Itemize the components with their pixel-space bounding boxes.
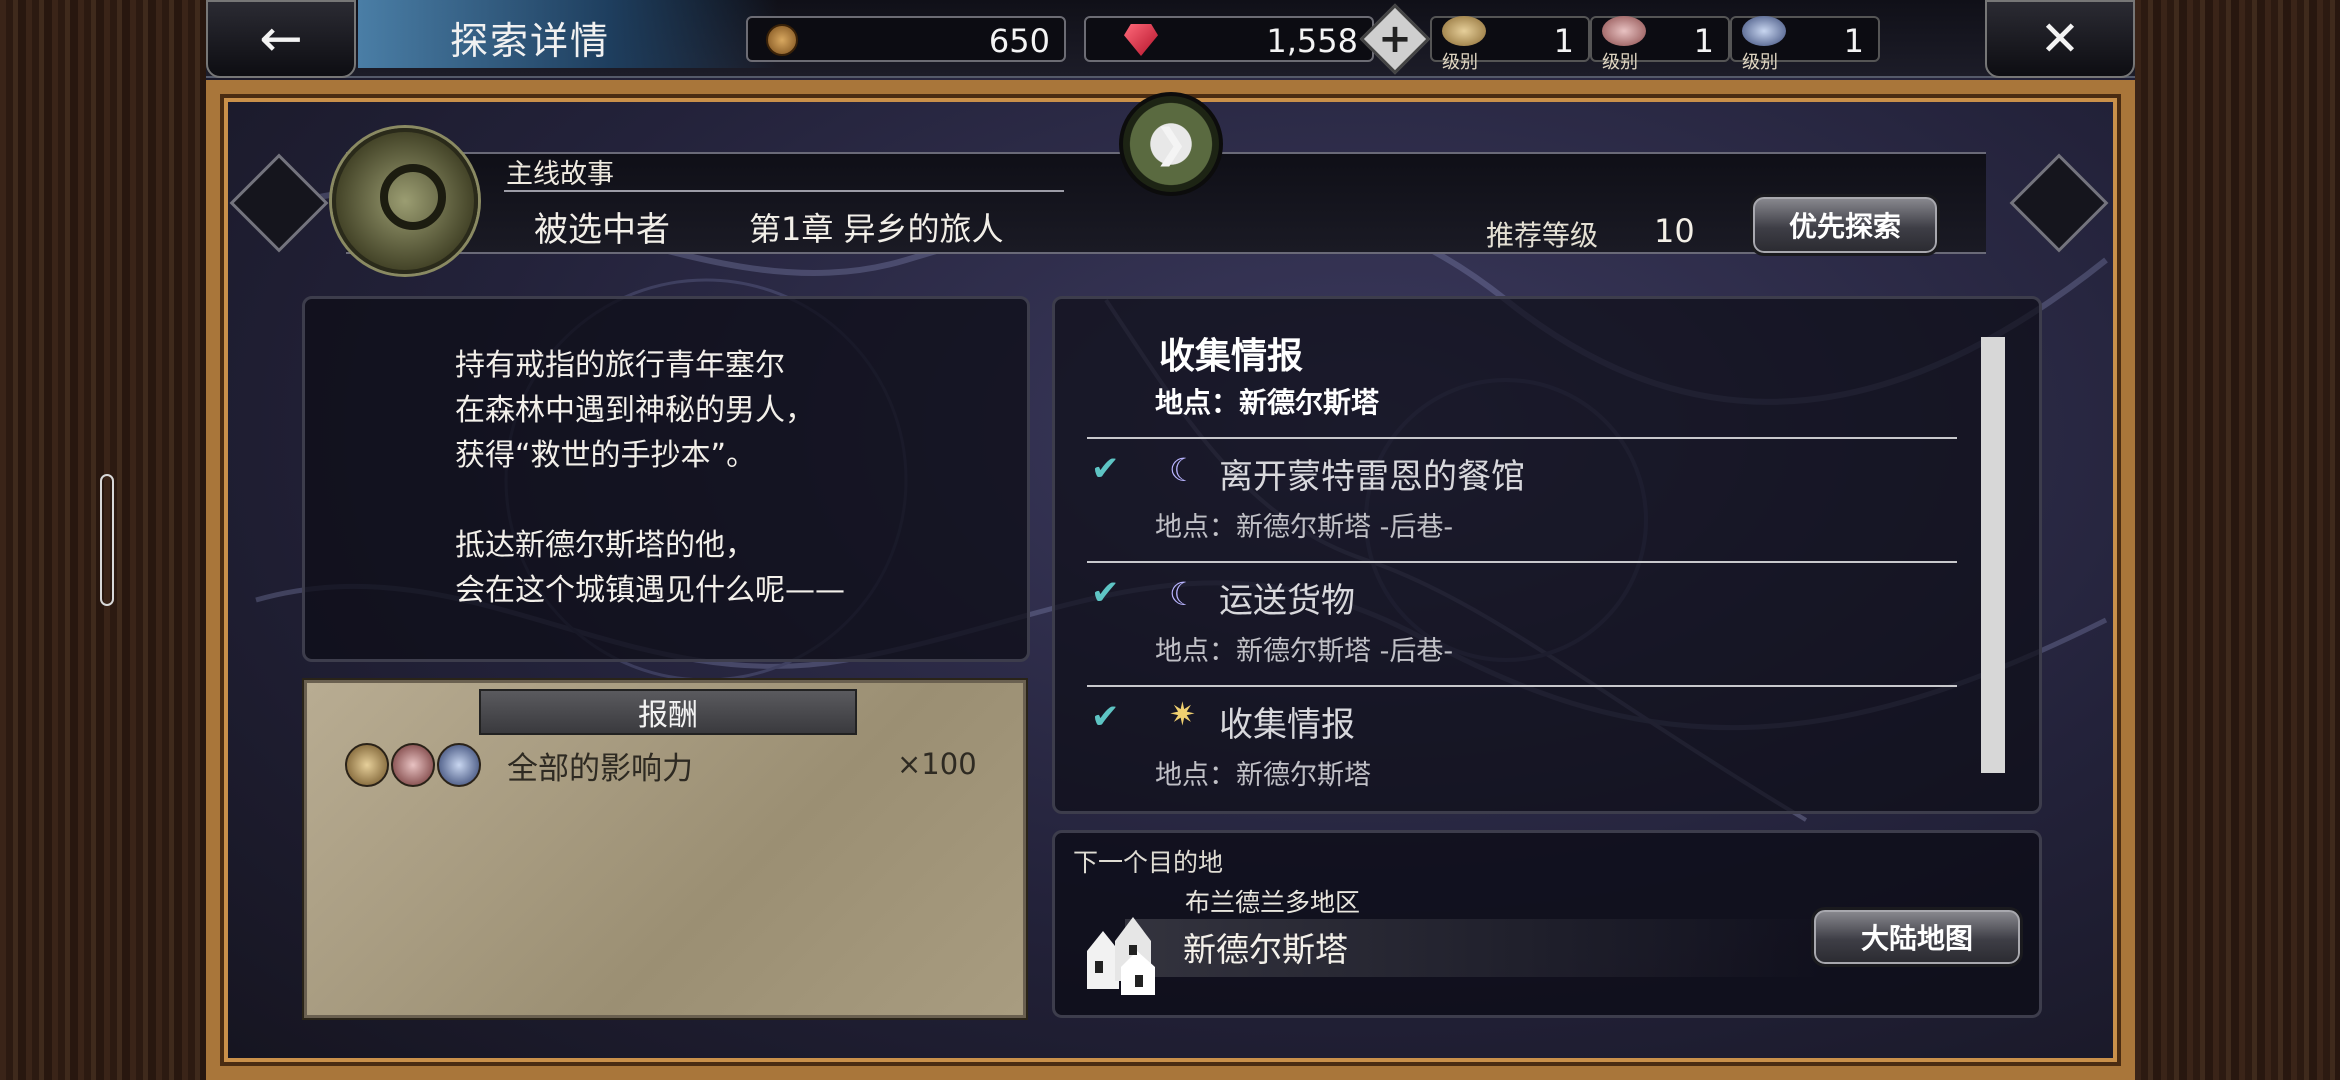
rank-value: 1 [1843,22,1864,60]
page-title: 探索详情 [450,19,611,63]
game-screen: ← 探索详情 650 1,558 + 级别 1 级别 1 级别 1 ✕ 主线故事… [206,0,2135,1080]
fame-influence-icon [1742,16,1786,46]
rank-wealth: 级别 1 [1430,16,1590,73]
power-influence-icon [1602,16,1646,46]
moon-icon: ☾ [1169,575,1198,613]
next-region: 布兰德兰多地区 [1185,888,1361,917]
rank-value: 1 [1693,22,1714,60]
info-location: 地点：新德尔斯塔 [1155,386,1380,419]
priority-explore-button[interactable]: 优先探索 [1750,194,1940,256]
gem-value: 1,558 [1266,22,1358,60]
quest-title: 收集情报 [1219,705,1355,745]
back-button[interactable]: ← [206,0,356,78]
add-gems-button[interactable]: + [1359,3,1431,75]
story-emblem-icon [332,128,478,274]
divider [1087,437,1957,439]
reward-heading: 报酬 [479,689,857,735]
ornament-left [229,153,329,253]
divider [1087,685,1957,687]
story-description: 持有戒指的旅行青年塞尔 在森林中遇到神秘的男人， 获得“救世的手抄本”。 抵达新… [455,348,845,608]
next-heading: 下一个目的地 [1073,848,1224,877]
coin-counter: 650 [746,16,1066,62]
story-description-panel: 持有戒指的旅行青年塞尔 在森林中遇到神秘的男人， 获得“救世的手抄本”。 抵达新… [302,296,1030,662]
town-icon [1087,917,1155,995]
reward-name: 全部的影响力 [507,751,693,787]
story-divider [504,190,1064,192]
power-influence-icon [391,743,435,787]
next-city: 新德尔斯塔 [1183,930,1348,969]
reward-amount: ×100 [897,747,977,781]
quest-location: 地点：新德尔斯塔 [1155,760,1371,791]
scrollbar[interactable] [1981,337,2005,773]
rank-label: 级别 [1602,52,1638,73]
story-chapter: 第1章 异乡的旅人 [749,210,1004,248]
rank-power: 级别 1 [1590,16,1730,73]
reward-panel: 报酬 全部的影响力 ×100 [304,680,1026,1018]
coin-icon [766,24,798,56]
arrow-right-icon: ❯ [1154,121,1188,167]
story-name: 被选中者 [534,210,670,250]
wealth-influence-icon [1442,16,1486,46]
fame-influence-icon [437,743,481,787]
check-icon: ✔ [1091,573,1120,613]
check-icon: ✔ [1091,449,1120,489]
close-icon: ✕ [2039,11,2081,67]
quest-title: 运送货物 [1219,581,1355,621]
next-destination-panel: 下一个目的地 布兰德兰多地区 新德尔斯塔 大陆地图 [1052,830,2042,1018]
divider [1087,561,1957,563]
quest-title: 离开蒙特雷恩的餐馆 [1219,457,1525,497]
sun-icon: ✷ [1169,695,1196,733]
quest-info-panel[interactable]: 收集情报 地点：新德尔斯塔 ✔ ☾ 离开蒙特雷恩的餐馆 地点：新德尔斯塔 -后巷… [1052,296,2042,814]
ornament-right [2009,153,2109,253]
gem-counter: 1,558 [1084,16,1374,62]
moon-icon: ☾ [1169,451,1198,489]
continent-map-button[interactable]: 大陆地图 [1811,907,2023,967]
quest-location: 地点：新德尔斯塔 -后巷- [1155,512,1454,543]
recommend-level-label: 推荐等级 [1486,219,1599,252]
close-button[interactable]: ✕ [1985,0,2135,78]
right-wood-border [2135,0,2340,1080]
info-title: 收集情报 [1159,336,1304,377]
rank-value: 1 [1553,22,1574,60]
story-category: 主线故事 [506,159,614,190]
recommend-level-value: 10 [1654,212,1695,250]
rank-fame: 级别 1 [1730,16,1880,73]
plus-icon: + [1378,15,1412,62]
top-bar: ← 探索详情 650 1,558 + 级别 1 级别 1 级别 1 ✕ [206,0,2135,78]
coin-value: 650 [988,22,1050,60]
wealth-influence-icon [345,743,389,787]
rank-label: 级别 [1442,52,1478,73]
next-step-medal[interactable]: ❯ [1119,92,1223,196]
rank-label: 级别 [1742,52,1778,73]
quest-location: 地点：新德尔斯塔 -后巷- [1155,636,1454,667]
check-icon: ✔ [1091,697,1120,737]
system-side-handle[interactable] [100,474,114,606]
gem-icon [1124,24,1158,56]
back-arrow-icon: ← [259,9,303,69]
